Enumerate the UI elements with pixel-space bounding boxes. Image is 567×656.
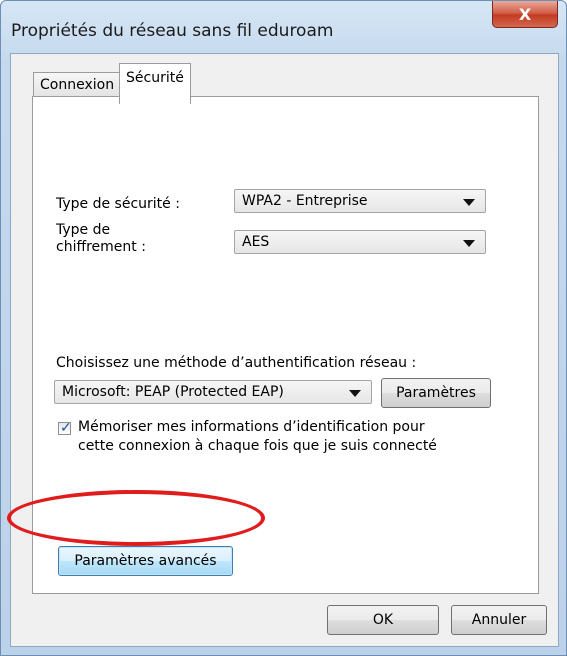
security-type-select[interactable]: WPA2 - Entreprise <box>234 189 486 213</box>
tab-securite[interactable]: Sécurité <box>119 63 191 104</box>
ok-button[interactable]: OK <box>327 605 439 635</box>
encryption-type-label-line2: chiffrement : <box>56 239 146 255</box>
close-button[interactable]: X <box>492 1 558 28</box>
window-title: Propriétés du réseau sans fil eduroam <box>11 21 334 41</box>
auth-method-label: Choisissez une méthode d’authentificatio… <box>56 355 417 371</box>
remember-credentials-label-line1: Mémoriser mes informations d’identificat… <box>78 419 425 435</box>
checkmark-icon: ✓ <box>60 419 72 435</box>
security-type-label: Type de sécurité : <box>56 196 180 212</box>
encryption-type-value: AES <box>242 234 270 250</box>
auth-method-select[interactable]: Microsoft: PEAP (Protected EAP) <box>54 380 372 404</box>
close-icon: X <box>518 4 532 24</box>
dropdown-arrow-icon <box>463 240 475 247</box>
cancel-button[interactable]: Annuler <box>451 605 547 635</box>
encryption-type-label-line1: Type de <box>56 222 111 238</box>
dialog-client-area: Connexion Sécurité Type de sécurité : WP… <box>10 53 559 647</box>
tab-connexion[interactable]: Connexion <box>33 72 122 97</box>
title-bar[interactable]: Propriétés du réseau sans fil eduroam X <box>1 1 566 53</box>
auth-settings-button[interactable]: Paramètres <box>381 378 491 408</box>
dialog-window: Propriétés du réseau sans fil eduroam X … <box>0 0 567 656</box>
advanced-settings-button[interactable]: Paramètres avancés <box>58 546 233 576</box>
dropdown-arrow-icon <box>349 390 361 397</box>
encryption-type-select[interactable]: AES <box>234 230 486 254</box>
dropdown-arrow-icon <box>463 199 475 206</box>
remember-credentials-label-line2: cette connexion à chaque fois que je sui… <box>78 438 437 454</box>
security-tab-panel: Type de sécurité : WPA2 - Entreprise Typ… <box>32 96 539 594</box>
security-type-value: WPA2 - Entreprise <box>242 193 368 209</box>
remember-credentials-checkbox[interactable]: ✓ <box>58 419 72 435</box>
auth-method-value: Microsoft: PEAP (Protected EAP) <box>62 384 284 400</box>
